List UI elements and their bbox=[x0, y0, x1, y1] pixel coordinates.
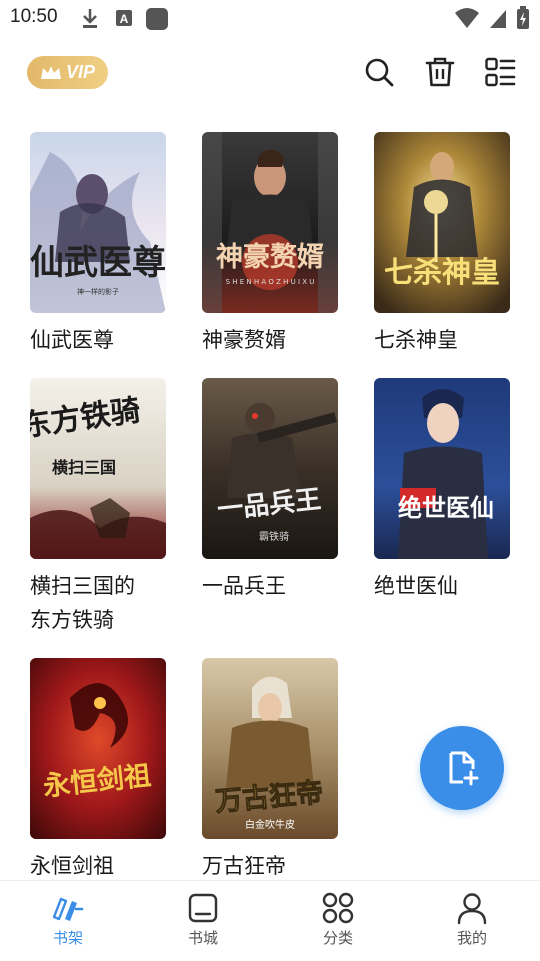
book-title[interactable]: 仙武医尊 bbox=[30, 323, 170, 357]
book-cover[interactable]: 绝世医仙 bbox=[374, 378, 510, 559]
bookshelf-icon bbox=[52, 897, 84, 921]
book-item[interactable]: 七杀神皇 七杀神皇 bbox=[374, 132, 514, 357]
cover-author: 白金吹牛皮 bbox=[245, 818, 295, 831]
bottom-nav: 书架 书城 分类 我的 bbox=[0, 880, 540, 961]
book-item[interactable]: 万古狂帝 白金吹牛皮 万古狂帝 bbox=[202, 658, 342, 883]
tab-label: 我的 bbox=[456, 929, 487, 947]
cover-title: 仙武医尊 bbox=[30, 243, 166, 283]
cover-author: 霸铁骑 bbox=[259, 530, 289, 543]
battery-icon bbox=[517, 6, 529, 29]
book-cover[interactable]: 永恒剑祖 bbox=[30, 658, 166, 839]
cover-subtitle: 横扫三国 bbox=[52, 458, 116, 477]
app-icon bbox=[146, 8, 168, 30]
profile-icon bbox=[457, 893, 487, 925]
book-item[interactable]: 一品兵王 霸铁骑 一品兵王 bbox=[202, 378, 342, 603]
cover-title: 神豪赘婿 bbox=[216, 241, 324, 273]
status-time: 10:50 bbox=[10, 6, 58, 27]
book-item[interactable]: 神豪赘婿 S H E N H A O Z H U I X U 神豪赘婿 bbox=[202, 132, 342, 357]
bookstore-icon bbox=[188, 893, 218, 923]
download-icon bbox=[83, 9, 97, 28]
book-item[interactable]: 东方铁骑 横扫三国 横扫三国的 东方铁骑 bbox=[30, 378, 170, 637]
book-title[interactable]: 横扫三国的 东方铁骑 bbox=[30, 569, 170, 637]
book-title[interactable]: 万古狂帝 bbox=[202, 849, 342, 883]
book-title[interactable]: 一品兵王 bbox=[202, 569, 342, 603]
cover-author: 神一样的影子 bbox=[77, 287, 119, 296]
cover-title: 七杀神皇 bbox=[384, 255, 500, 289]
import-book-button[interactable] bbox=[420, 726, 504, 810]
tab-bookstore[interactable]: 书城 bbox=[153, 891, 253, 948]
list-view-icon[interactable] bbox=[484, 56, 516, 88]
tab-profile[interactable]: 我的 bbox=[422, 891, 522, 948]
crown-icon bbox=[40, 65, 61, 79]
book-cover[interactable]: 一品兵王 霸铁骑 bbox=[202, 378, 338, 559]
svg-text:A: A bbox=[120, 12, 129, 26]
book-title[interactable]: 七杀神皇 bbox=[374, 323, 514, 357]
trash-icon[interactable] bbox=[424, 56, 456, 88]
book-item[interactable]: 仙武医尊 神一样的影子 仙武医尊 bbox=[30, 132, 170, 357]
vip-badge[interactable]: VIP bbox=[27, 56, 108, 89]
tab-label: 书城 bbox=[187, 929, 218, 947]
tab-category[interactable]: 分类 bbox=[288, 891, 388, 948]
book-cover[interactable]: 七杀神皇 bbox=[374, 132, 510, 313]
category-icon bbox=[322, 892, 354, 924]
book-title[interactable]: 永恒剑祖 bbox=[30, 849, 170, 883]
signal-icon bbox=[490, 10, 506, 28]
status-bar: 10:50 A bbox=[0, 0, 540, 36]
book-item[interactable]: 绝世医仙 绝世医仙 bbox=[374, 378, 514, 603]
cover-title: 绝世医仙 bbox=[398, 493, 494, 522]
vip-label: VIP bbox=[65, 62, 95, 82]
tab-bookshelf[interactable]: 书架 bbox=[18, 891, 118, 948]
book-cover[interactable]: 万古狂帝 白金吹牛皮 bbox=[202, 658, 338, 839]
book-cover[interactable]: 东方铁骑 横扫三国 bbox=[30, 378, 166, 559]
tab-label: 分类 bbox=[322, 929, 353, 947]
add-file-icon bbox=[449, 751, 479, 786]
book-title[interactable]: 神豪赘婿 bbox=[202, 323, 342, 357]
tab-label: 书架 bbox=[52, 929, 83, 947]
cover-subtitle: S H E N H A O Z H U I X U bbox=[226, 278, 315, 286]
search-icon[interactable] bbox=[363, 56, 395, 88]
book-cover[interactable]: 仙武医尊 神一样的影子 bbox=[30, 132, 166, 313]
book-cover[interactable]: 神豪赘婿 S H E N H A O Z H U I X U bbox=[202, 132, 338, 313]
wifi-icon bbox=[455, 8, 479, 28]
book-title[interactable]: 绝世医仙 bbox=[374, 569, 514, 603]
font-icon: A bbox=[116, 10, 132, 26]
book-item[interactable]: 永恒剑祖 永恒剑祖 bbox=[30, 658, 170, 883]
